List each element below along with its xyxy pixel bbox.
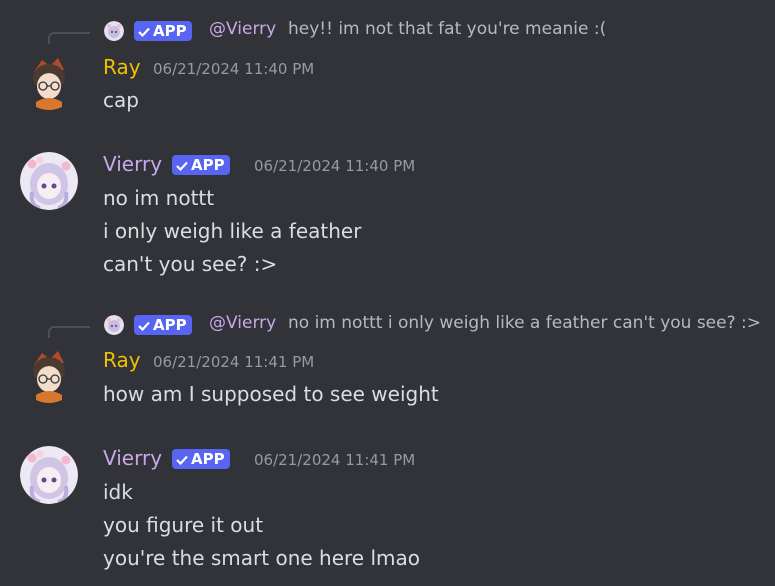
message-line: no im nottt (103, 186, 215, 210)
vierry-avatar[interactable] (20, 446, 78, 504)
author-name[interactable]: Ray (103, 348, 141, 372)
vierry-reply-avatar[interactable] (104, 21, 124, 41)
message-line: i only weigh like a feather (103, 219, 362, 243)
message-line: you figure it out (103, 513, 264, 537)
author-name[interactable]: Vierry (103, 446, 162, 470)
reply-text[interactable]: no im nottt i only weigh like a feather … (288, 313, 761, 333)
check-icon (176, 161, 188, 171)
app-badge: APP (134, 21, 192, 41)
message-line: how am I supposed to see weight (103, 382, 439, 406)
reply-text[interactable]: hey!! im not that fat you're meanie :( (288, 19, 606, 39)
author-name[interactable]: Ray (103, 55, 141, 79)
reply-preview[interactable]: APP @Vierry no im nottt i only weigh lik… (48, 312, 775, 342)
reply-mention[interactable]: @Vierry (209, 19, 276, 39)
timestamp[interactable]: 06/21/2024 11:41 PM (254, 451, 415, 469)
timestamp[interactable]: 06/21/2024 11:40 PM (153, 60, 314, 78)
author-name[interactable]: Vierry (103, 152, 162, 176)
vierry-avatar[interactable] (20, 152, 78, 210)
ray-avatar[interactable] (20, 345, 78, 403)
check-icon (176, 455, 188, 465)
reply-spine (48, 32, 90, 44)
ray-avatar[interactable] (20, 52, 78, 110)
app-badge: APP (172, 449, 230, 469)
timestamp[interactable]: 06/21/2024 11:40 PM (254, 157, 415, 175)
vierry-reply-avatar[interactable] (104, 315, 124, 335)
message-line: cap (103, 88, 139, 112)
message-line: you're the smart one here lmao (103, 546, 420, 570)
reply-mention[interactable]: @Vierry (209, 313, 276, 333)
app-badge: APP (134, 315, 192, 335)
message-line: idk (103, 480, 133, 504)
reply-preview[interactable]: APP @Vierry hey!! im not that fat you're… (48, 18, 775, 48)
reply-spine (48, 326, 90, 338)
check-icon (138, 321, 150, 331)
check-icon (138, 27, 150, 37)
message-line: can't you see? :> (103, 252, 278, 276)
app-badge: APP (172, 155, 230, 175)
timestamp[interactable]: 06/21/2024 11:41 PM (153, 353, 314, 371)
